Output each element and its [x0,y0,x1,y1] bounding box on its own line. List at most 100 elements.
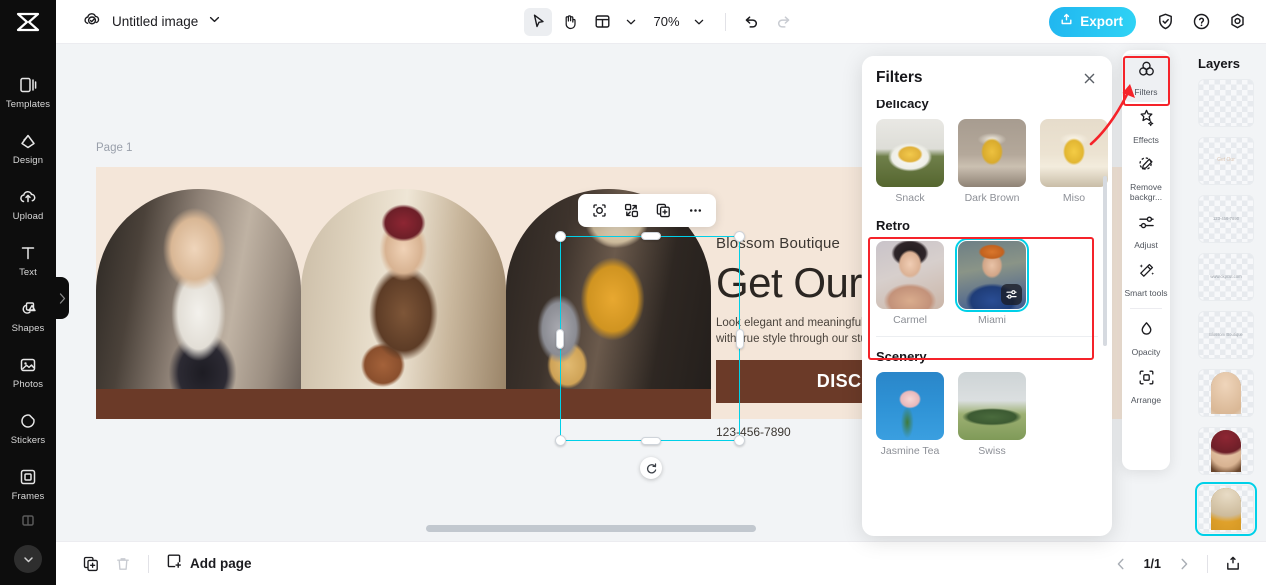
undo-button[interactable] [738,8,766,36]
canvas-scrollbar-thumb[interactable] [426,525,756,532]
filters-panel-title: Filters [876,69,923,86]
tool-opacity[interactable]: Opacity [1122,314,1170,362]
zoom-level-value[interactable]: 70% [649,14,683,29]
close-x-icon[interactable] [1078,67,1100,89]
resize-handle-bottom[interactable] [641,437,661,445]
model-photo-1-base [96,389,301,419]
partial-next-item-icon [18,512,38,531]
rotate-handle[interactable] [640,457,662,479]
filter-thumbnail [876,241,944,309]
redo-button[interactable] [770,8,798,36]
adjust-sliders-icon[interactable] [1001,284,1022,305]
resize-handle-bottom-left[interactable] [555,435,566,446]
layer-photo-1[interactable] [1198,369,1254,417]
filter-item-snack[interactable]: Snack [876,119,944,204]
tool-label-filters: Filters [1134,86,1158,97]
filter-item-miso[interactable]: Miso [1040,119,1108,204]
layer-website[interactable]: www.ckpcut.com [1198,253,1254,301]
filter-item-miami[interactable]: Miami [955,238,1029,326]
settings-gear-icon[interactable] [1220,5,1254,39]
layer-caption: www.ckpcut.com [1210,274,1242,279]
resize-handle-top[interactable] [641,232,661,240]
layer-phone[interactable]: 123-456-7890 [1198,195,1254,243]
left-sidebar: Templates Design Upload Text Shapes Phot… [0,0,56,585]
help-question-icon[interactable] [1184,5,1218,39]
model-photo-2-base [301,389,506,419]
layer-photo-3[interactable] [1195,482,1257,536]
capcut-logo-icon[interactable] [0,0,56,44]
filter-section-scenery: Scenery Jasmine Tea Swiss [876,349,1098,457]
filter-item-carmel[interactable]: Carmel [876,241,944,326]
select-tool-button[interactable] [524,7,553,36]
resize-handle-bottom-right[interactable] [734,435,745,446]
tool-smart-tools[interactable]: Smart tools [1122,255,1170,303]
layout-grid-icon[interactable] [588,8,616,36]
filter-item-swiss[interactable]: Swiss [958,372,1026,457]
adjust-sliders-icon [1137,213,1156,237]
layer-brand[interactable]: Blossom Boutique [1198,311,1254,359]
filters-panel-scrollbar[interactable] [1103,176,1107,346]
chevron-left-icon[interactable] [1108,551,1134,577]
layout-tool-group[interactable] [588,8,645,36]
right-rail-divider [1130,308,1162,309]
resize-handle-right[interactable] [736,329,744,349]
filter-item-dark-brown[interactable]: Dark Brown [958,119,1026,204]
tool-label-smart-tools: Smart tools [1124,287,1168,298]
layer-text-1[interactable] [1198,79,1254,127]
stickers-icon [18,411,38,431]
zoom-chevron-down-icon[interactable] [685,8,713,36]
sidebar-item-text[interactable]: Text [0,232,56,288]
selection-bounding-box[interactable] [555,231,745,446]
sidebar-item-shapes[interactable]: Shapes [0,288,56,344]
export-button[interactable]: Export [1049,6,1136,37]
replace-icon[interactable] [617,197,645,224]
tool-remove-background[interactable]: Remove backgr... [1122,150,1170,207]
delete-page-button[interactable] [108,549,138,579]
shield-check-icon[interactable] [1148,5,1182,39]
cutout-icon[interactable] [585,197,613,224]
tool-arrange[interactable]: Arrange [1122,362,1170,410]
duplicate-page-button[interactable] [76,549,106,579]
hand-tool-button[interactable] [556,8,584,36]
filters-panel-header: Filters [862,56,1112,100]
sidebar-collapse-handle[interactable] [56,277,69,319]
add-page-button[interactable]: Add page [159,552,258,575]
resize-handle-left[interactable] [556,329,564,349]
sidebar-item-photos[interactable]: Photos [0,344,56,400]
sidebar-item-design[interactable]: Design [0,120,56,176]
resize-handle-top-right[interactable] [734,231,745,242]
tool-label-adjust: Adjust [1134,239,1158,250]
expand-more-tools-button[interactable] [14,545,42,573]
filters-circles-icon [1137,60,1156,84]
layer-photo-2[interactable] [1198,427,1254,475]
model-photo-1-image [96,189,301,389]
tool-effects[interactable]: Effects [1122,102,1170,150]
sidebar-label-shapes: Shapes [11,322,45,334]
model-photo-1[interactable] [96,189,301,419]
tool-filters[interactable]: Filters [1122,54,1170,102]
sidebar-item-templates[interactable]: Templates [0,64,56,120]
layer-caption: 123-456-7890 [1212,216,1240,221]
model-photo-2[interactable] [301,189,506,419]
layout-chevron-down-icon[interactable] [617,8,645,36]
templates-icon [18,75,38,95]
topbar-right-group: Export [1049,5,1254,39]
filter-grid: Jasmine Tea Swiss [876,372,1098,457]
sidebar-item-stickers[interactable]: Stickers [0,400,56,456]
sidebar-item-upload[interactable]: Upload [0,176,56,232]
layers-panel: Layers Get Our 123-456-7890 www.ckpcut.c… [1186,44,1266,541]
sidebar-label-photos: Photos [12,378,44,390]
selection-floating-toolbar [578,194,716,227]
export-tray-icon[interactable] [1218,549,1248,579]
resize-handle-top-left[interactable] [555,231,566,242]
tool-adjust[interactable]: Adjust [1122,207,1170,255]
sidebar-item-frames[interactable]: Frames [0,456,56,512]
filter-item-jasmine-tea[interactable]: Jasmine Tea [876,372,944,457]
chevron-right-icon[interactable] [1171,551,1197,577]
more-options-icon[interactable] [681,197,709,224]
zoom-control-group[interactable]: 70% [649,8,712,36]
layer-text-2[interactable]: Get Our [1198,137,1254,185]
filter-name: Carmel [893,314,927,326]
filters-panel-scroll[interactable]: Delicacy Snack Dark Brown Miso Retro Car… [862,96,1112,536]
duplicate-icon[interactable] [649,197,677,224]
